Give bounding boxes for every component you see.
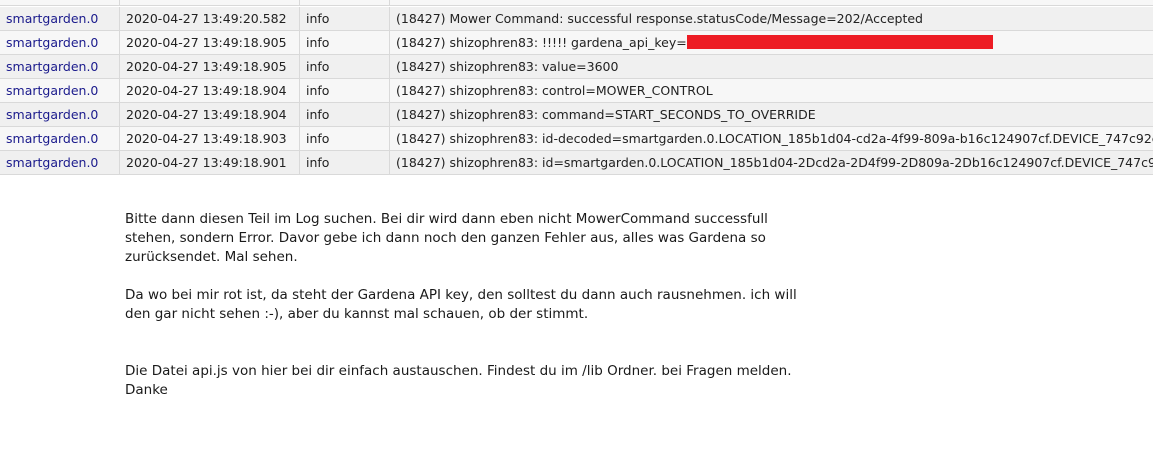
log-severity-cell: info	[300, 79, 390, 102]
note-line: zurücksendet. Mal sehen.	[125, 249, 298, 265]
log-time-cell: 2020-04-27 13:49:18.904	[120, 103, 300, 126]
table-row[interactable]: smartgarden.0 2020-04-27 13:49:20.582 in…	[0, 7, 1153, 31]
log-time-cell: 2020-04-27 13:49:18.905	[120, 31, 300, 54]
table-row[interactable]: smartgarden.0 2020-04-27 13:49:18.901 in…	[0, 151, 1153, 175]
log-time-cell: 2020-04-27 13:49:18.901	[120, 151, 300, 174]
table-row[interactable]: smartgarden.0 2020-04-27 13:49:18.903 in…	[0, 127, 1153, 151]
log-severity-cell: info	[300, 127, 390, 150]
note-line: Danke	[125, 382, 168, 398]
log-time-cell: 2020-04-27 13:49:18.903	[120, 127, 300, 150]
forum-note: Bitte dann diesen Teil im Log suchen. Be…	[125, 210, 805, 419]
log-message-text: (18427) shizophren83: !!!!! gardena_api_…	[396, 35, 687, 50]
note-line: stehen, sondern Error. Davor gebe ich da…	[125, 230, 766, 246]
note-line: Bitte dann diesen Teil im Log suchen. Be…	[125, 211, 768, 227]
log-message-cell: (18427) shizophren83: command=START_SECO…	[396, 107, 816, 122]
log-from-cell: smartgarden.0	[0, 55, 120, 78]
table-row[interactable]: smartgarden.0 2020-04-27 13:49:18.905 in…	[0, 31, 1153, 55]
log-from-cell: smartgarden.0	[0, 103, 120, 126]
note-line: den gar nicht sehen :-), aber du kannst …	[125, 306, 589, 322]
note-paragraph: Bitte dann diesen Teil im Log suchen. Be…	[125, 210, 805, 267]
log-time-cell: 2020-04-27 13:49:18.905	[120, 55, 300, 78]
table-row[interactable]: smartgarden.0 2020-04-27 13:49:18.905 in…	[0, 55, 1153, 79]
note-line: Die Datei api.js von hier bei dir einfac…	[125, 363, 792, 379]
log-time-cell: 2020-04-27 13:49:20.582	[120, 7, 300, 30]
log-message-cell: (18427) shizophren83: control=MOWER_CONT…	[396, 83, 713, 98]
log-from-cell: smartgarden.0	[0, 7, 120, 30]
log-severity-cell: info	[300, 7, 390, 30]
log-severity-cell: info	[300, 103, 390, 126]
redacted-api-key	[686, 35, 993, 49]
log-message-cell: (18427) shizophren83: id=smartgarden.0.L…	[396, 155, 1153, 170]
log-from-cell	[0, 0, 120, 5]
log-severity-cell: info	[300, 55, 390, 78]
note-paragraph: Die Datei api.js von hier bei dir einfac…	[125, 362, 805, 400]
table-row[interactable]: smartgarden.0 2020-04-27 13:49:18.904 in…	[0, 79, 1153, 103]
log-from-cell: smartgarden.0	[0, 127, 120, 150]
log-severity-cell	[300, 0, 390, 5]
note-line: Da wo bei mir rot ist, da steht der Gard…	[125, 287, 797, 303]
log-severity-cell: info	[300, 31, 390, 54]
log-message-cell: (18427) shizophren83: !!!!! gardena_api_…	[390, 31, 1153, 54]
log-from-cell: smartgarden.0	[0, 31, 120, 54]
table-row[interactable]: smartgarden.0 2020-04-27 13:49:18.904 in…	[0, 103, 1153, 127]
log-message-cell	[390, 0, 1153, 5]
note-paragraph: Da wo bei mir rot ist, da steht der Gard…	[125, 286, 805, 324]
log-time-cell	[120, 0, 300, 5]
table-row[interactable]	[0, 0, 1153, 6]
log-from-cell: smartgarden.0	[0, 151, 120, 174]
log-table: smartgarden.0 2020-04-27 13:49:20.582 in…	[0, 0, 1153, 176]
log-from-cell: smartgarden.0	[0, 79, 120, 102]
log-message-cell: (18427) Mower Command: successful respon…	[396, 11, 923, 26]
log-severity-cell: info	[300, 151, 390, 174]
log-message-cell: (18427) shizophren83: value=3600	[396, 59, 619, 74]
log-message-cell: (18427) shizophren83: id-decoded=smartga…	[396, 131, 1153, 146]
log-time-cell: 2020-04-27 13:49:18.904	[120, 79, 300, 102]
